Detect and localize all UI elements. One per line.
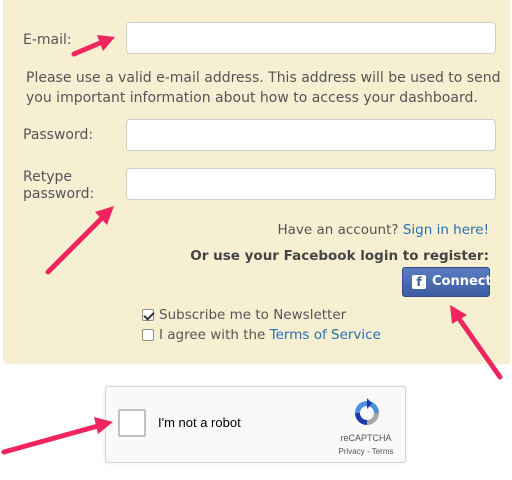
facebook-prompt: Or use your Facebook login to register:	[190, 248, 489, 264]
agree-prefix-text: I agree with the	[159, 327, 266, 343]
recaptcha-checkbox[interactable]	[118, 409, 146, 437]
terms-checkbox[interactable]	[142, 329, 154, 341]
recaptcha-brand: reCAPTCHA	[340, 433, 392, 443]
terms-of-service-link[interactable]: Terms of Service	[270, 327, 381, 343]
arrow-recaptcha	[1, 417, 113, 455]
sign-in-link[interactable]: Sign in here!	[403, 222, 489, 238]
facebook-icon: f	[412, 275, 426, 289]
agree-terms-line: I agree with the Terms of Service	[159, 327, 381, 343]
facebook-connect-button[interactable]: f Connect	[402, 267, 492, 297]
recaptcha-separator: -	[364, 447, 372, 456]
recaptcha-logo-icon	[355, 398, 379, 425]
recaptcha-widget: I'm not a robot reCAPTCHA Privacy - Term…	[105, 386, 406, 463]
password-label: Password:	[23, 127, 94, 143]
subscribe-label: Subscribe me to Newsletter	[159, 307, 347, 323]
registration-panel: E-mail: Please use a valid e-mail addres…	[3, 0, 510, 364]
recaptcha-terms-link[interactable]: Terms	[372, 447, 394, 456]
have-account-line: Have an account? Sign in here!	[277, 222, 489, 238]
have-account-text: Have an account?	[277, 222, 399, 238]
email-help-text: Please use a valid e-mail address. This …	[26, 70, 501, 106]
retype-password-label-line2: password:	[23, 186, 95, 202]
email-field[interactable]	[126, 22, 496, 54]
email-label: E-mail:	[23, 32, 72, 48]
recaptcha-privacy-link[interactable]: Privacy	[339, 447, 365, 456]
recaptcha-label: I'm not a robot	[158, 415, 241, 430]
facebook-connect-label: Connect	[432, 274, 492, 289]
subscribe-checkbox[interactable]	[142, 309, 154, 321]
password-field[interactable]	[126, 119, 496, 151]
recaptcha-privacy-terms: Privacy - Terms	[328, 447, 404, 456]
retype-password-field[interactable]	[126, 168, 496, 200]
